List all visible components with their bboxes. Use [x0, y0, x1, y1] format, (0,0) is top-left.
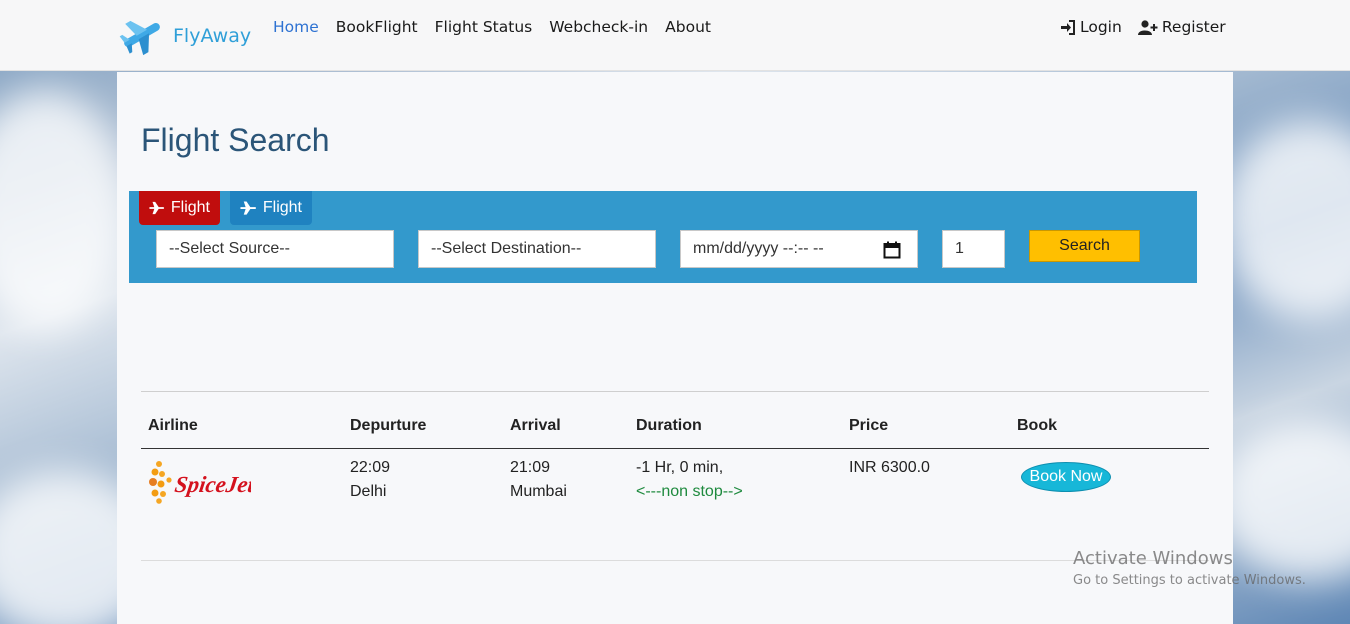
- spicejet-logo: SpiceJet: [149, 461, 251, 504]
- nav-links: Home BookFlight Flight Status Webcheck-i…: [273, 18, 728, 36]
- tab-label: Flight: [170, 199, 210, 216]
- cloud: [1220, 120, 1350, 320]
- nav-about[interactable]: About: [665, 18, 711, 36]
- login-link[interactable]: Login: [1060, 18, 1122, 36]
- cloud: [0, 90, 130, 330]
- nav-webcheck-in[interactable]: Webcheck-in: [549, 18, 648, 36]
- arrival-time: 21:09: [510, 459, 551, 476]
- col-book: Book: [1017, 417, 1057, 434]
- source-select-value: --Select Source--: [169, 240, 290, 257]
- passengers-input[interactable]: 1: [942, 230, 1005, 268]
- datetime-placeholder: mm/dd/yyyy --:-- --: [693, 240, 824, 257]
- datetime-input[interactable]: mm/dd/yyyy --:-- --: [680, 230, 918, 268]
- col-price: Price: [849, 417, 889, 434]
- nav-account: Login Register: [1060, 18, 1242, 36]
- duration-cell: -1 Hr, 0 min, <---non stop-->: [636, 456, 743, 504]
- watermark-subtitle: Go to Settings to activate Windows.: [1073, 573, 1306, 588]
- navbar: FlyAway Home BookFlight Flight Status We…: [0, 0, 1350, 71]
- sign-in-icon: [1061, 19, 1075, 35]
- nav-flight-status[interactable]: Flight Status: [435, 18, 533, 36]
- flight-search-panel: Flight Flight --Select Source-- --Select…: [129, 191, 1197, 283]
- airplane-logo-icon: [119, 20, 160, 56]
- passengers-value: 1: [955, 240, 964, 257]
- results-table-header: Airline Depurture Arrival Duration Price…: [141, 417, 1209, 449]
- arrival-city: Mumbai: [510, 483, 567, 500]
- col-duration: Duration: [636, 417, 702, 434]
- col-departure: Depurture: [350, 417, 427, 434]
- departure-city: Delhi: [350, 483, 387, 500]
- tab-label: Flight: [262, 199, 302, 216]
- source-select[interactable]: --Select Source--: [156, 230, 394, 268]
- airline-logo-text: SpiceJet: [173, 471, 251, 497]
- search-button[interactable]: Search: [1029, 230, 1140, 262]
- watermark-title: Activate Windows: [1073, 548, 1233, 569]
- departure-time: 22:09: [350, 459, 391, 476]
- airplane-icon: [240, 201, 257, 215]
- brand[interactable]: FlyAway: [117, 13, 251, 57]
- register-link[interactable]: Register: [1137, 18, 1226, 36]
- departure-cell: 22:09 Delhi: [350, 456, 390, 504]
- nav-home[interactable]: Home: [273, 18, 319, 36]
- calendar-icon[interactable]: [883, 241, 901, 259]
- col-arrival: Arrival: [510, 417, 561, 434]
- register-label: Register: [1161, 18, 1226, 36]
- destination-select[interactable]: --Select Destination--: [418, 230, 656, 268]
- main-content: Flight Search Flight Flight --Select Sou…: [117, 72, 1233, 624]
- login-label: Login: [1080, 18, 1122, 36]
- stops-label: <---non stop-->: [636, 483, 743, 500]
- price-cell: INR 6300.0: [849, 459, 930, 476]
- tab-flight-active[interactable]: Flight: [139, 191, 220, 225]
- page-title: Flight Search: [141, 122, 330, 158]
- airplane-icon: [149, 201, 165, 215]
- divider: [141, 560, 1209, 561]
- activate-windows-watermark: Activate Windows Go to Settings to activ…: [1073, 548, 1306, 588]
- col-airline: Airline: [148, 417, 198, 434]
- arrival-cell: 21:09 Mumbai: [510, 456, 567, 504]
- duration-value: -1 Hr, 0 min,: [636, 459, 724, 476]
- destination-select-value: --Select Destination--: [431, 240, 582, 257]
- user-plus-icon: [1137, 19, 1158, 35]
- tab-flight[interactable]: Flight: [230, 191, 312, 225]
- divider: [141, 391, 1209, 392]
- book-now-button[interactable]: Book Now: [1021, 462, 1111, 492]
- brand-name: FlyAway: [173, 25, 252, 47]
- nav-bookflight[interactable]: BookFlight: [336, 18, 418, 36]
